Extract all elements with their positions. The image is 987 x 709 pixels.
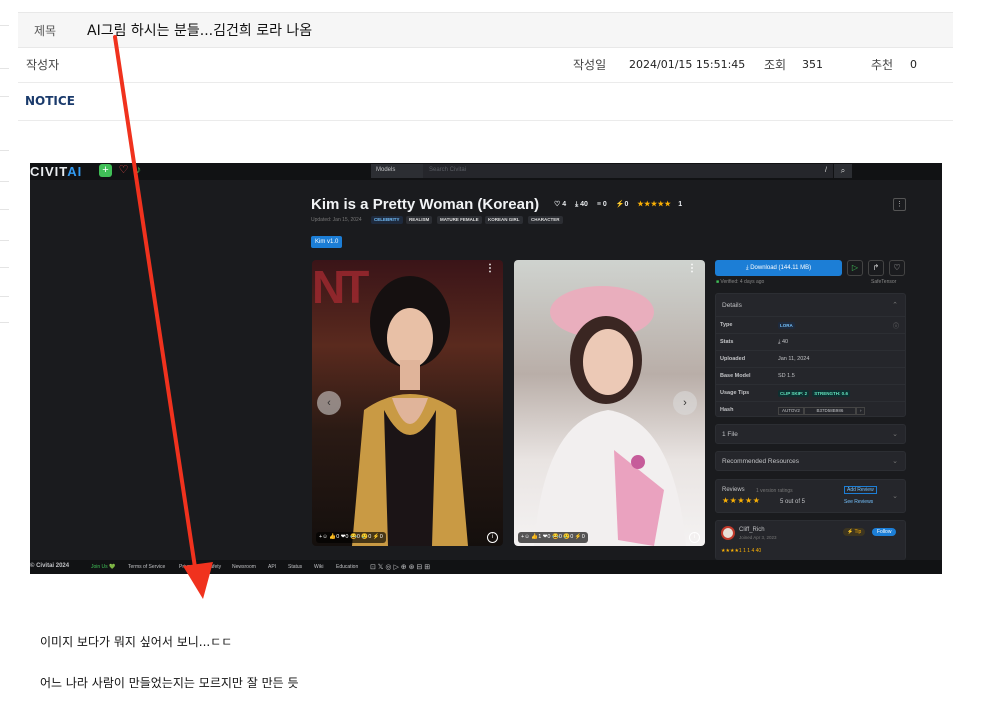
author-label: 작성자 <box>26 58 60 72</box>
info-icon: i <box>689 532 700 543</box>
title-label: 제목 <box>34 24 57 38</box>
image-reactions: +☺ 👍1 ❤0 😂0 😢0 ⚡0 <box>518 532 588 543</box>
search-category-select: Models <box>371 164 423 178</box>
image-menu-icon: ⋮ <box>485 263 495 274</box>
bell-icon: ♪ <box>135 164 142 176</box>
civitai-topbar: CIVITAI + ♡ ♪ Models Search Civitai / ⌕ <box>30 163 942 180</box>
post-meta-row: 작성자 작성일 2024/01/15 15:51:45 조회 351 추천 0 <box>18 48 953 83</box>
reviews-panel: Reviews 1 version ratings Add Review ★★★… <box>715 479 906 513</box>
post-recommend: 0 <box>910 58 917 71</box>
model-title: Kim is a Pretty Woman (Korean) <box>311 196 540 213</box>
body-line-1: 이미지 보다가 뭐지 싶어서 보니...ㄷㄷ <box>40 635 233 649</box>
post-title-row: 제목 AI그림 하시는 분들...김건희 로라 나옴 <box>18 12 953 48</box>
next-arrow-icon: › <box>673 391 697 415</box>
recommend-label: 추천 <box>871 58 894 72</box>
chevron-down-icon: ⌄ <box>892 431 898 438</box>
post-date: 2024/01/15 15:51:45 <box>629 58 746 71</box>
notice-label: NOTICE <box>25 94 75 108</box>
details-header: Details <box>722 302 742 309</box>
post-title: AI그림 하시는 분들...김건희 로라 나옴 <box>87 23 313 39</box>
recommended-panel: Recommended Resources ⌄ <box>715 451 906 471</box>
tag: MATURE FEMALE <box>437 216 482 224</box>
image-menu-icon: ⋮ <box>687 263 697 274</box>
more-options-icon: ⋮ <box>893 198 906 211</box>
tag: KOREAN GIRL <box>485 216 523 224</box>
creator-panel: Cliff_Rich Joined Apr 3, 2023 ⚡ Tip Foll… <box>715 520 906 560</box>
heart-icon: ♡ <box>118 164 129 176</box>
share-icon: ↱ <box>868 260 884 276</box>
play-icon: ▷ <box>847 260 863 276</box>
details-row-uploaded: Uploaded Jan 11, 2024 <box>716 350 905 367</box>
add-review-button: Add Review <box>844 486 877 494</box>
notice-row: NOTICE <box>18 83 953 121</box>
updated-date: Updated: Jan 15, 2024 <box>311 217 362 223</box>
civitai-footer: © Civitai 2024 Join Us 💚 Terms of Servic… <box>30 560 942 574</box>
body-line-2: 어느 나라 사람이 만들었는지는 모르지만 잘 만든 듯 <box>40 676 299 690</box>
search-shortcut: / <box>819 164 833 178</box>
avatar <box>721 526 735 540</box>
search-icon: ⌕ <box>834 164 852 178</box>
download-button: ⤓ Download (144.11 MB) <box>715 260 842 276</box>
info-icon: i <box>487 532 498 543</box>
chevron-down-icon: ⌄ <box>892 493 898 500</box>
safetensor-label: SafeTensor <box>871 279 897 285</box>
prev-arrow-icon: ‹ <box>317 391 341 415</box>
tag: CELEBRITY <box>371 216 403 224</box>
tag: REALISM <box>406 216 433 224</box>
left-edge-lines <box>0 0 10 340</box>
info-icon: ⓘ <box>892 324 899 330</box>
post-views: 351 <box>802 58 823 71</box>
chevron-up-icon: ⌃ <box>892 302 898 309</box>
details-row-usage-tips: Usage Tips CLIP SKIP: 2 STRENGTH: 0.6 <box>716 384 905 401</box>
version-button: Kim v1.0 <box>311 236 343 248</box>
details-row-hash: Hash AUTOV2 B37D58B986 › <box>716 401 905 418</box>
views-label: 조회 <box>764 58 787 72</box>
plus-icon: + <box>99 164 112 177</box>
tip-button: ⚡ Tip <box>843 528 866 536</box>
follow-button: Follow <box>872 528 897 536</box>
image-reactions: +☺ 👍0 ❤0 😂0 😢0 ⚡0 <box>316 532 386 543</box>
social-icons: ⊡ 𝕏 ◎ ▷ ⊕ ⊛ ⊟ ⊞ <box>370 564 431 571</box>
details-row-base-model: Base Model SD 1.5 <box>716 367 905 384</box>
details-row-type: Type LORA ⓘ <box>716 316 905 333</box>
model-stats: ♡ 4 ⤓ 40 ≡ 0 ⚡0 ★★★★★ 1 <box>554 201 683 208</box>
verified-text: ■ Verified: 4 days ago <box>716 279 765 285</box>
civitai-logo: CIVITAI <box>30 164 83 179</box>
files-panel: 1 File ⌄ <box>715 424 906 444</box>
date-label: 작성일 <box>573 58 607 72</box>
tag: CHARACTER <box>528 216 563 224</box>
embedded-screenshot: CIVITAI + ♡ ♪ Models Search Civitai / ⌕ … <box>30 163 942 574</box>
details-row-stats: Stats ⤓ 40 <box>716 333 905 350</box>
search-input: Search Civitai <box>423 164 819 178</box>
heart-outline-icon: ♡ <box>889 260 905 276</box>
chevron-down-icon: ⌄ <box>892 458 898 465</box>
details-panel: Details ⌃ Type LORA ⓘ Stats ⤓ 40 Uploade… <box>715 293 906 417</box>
